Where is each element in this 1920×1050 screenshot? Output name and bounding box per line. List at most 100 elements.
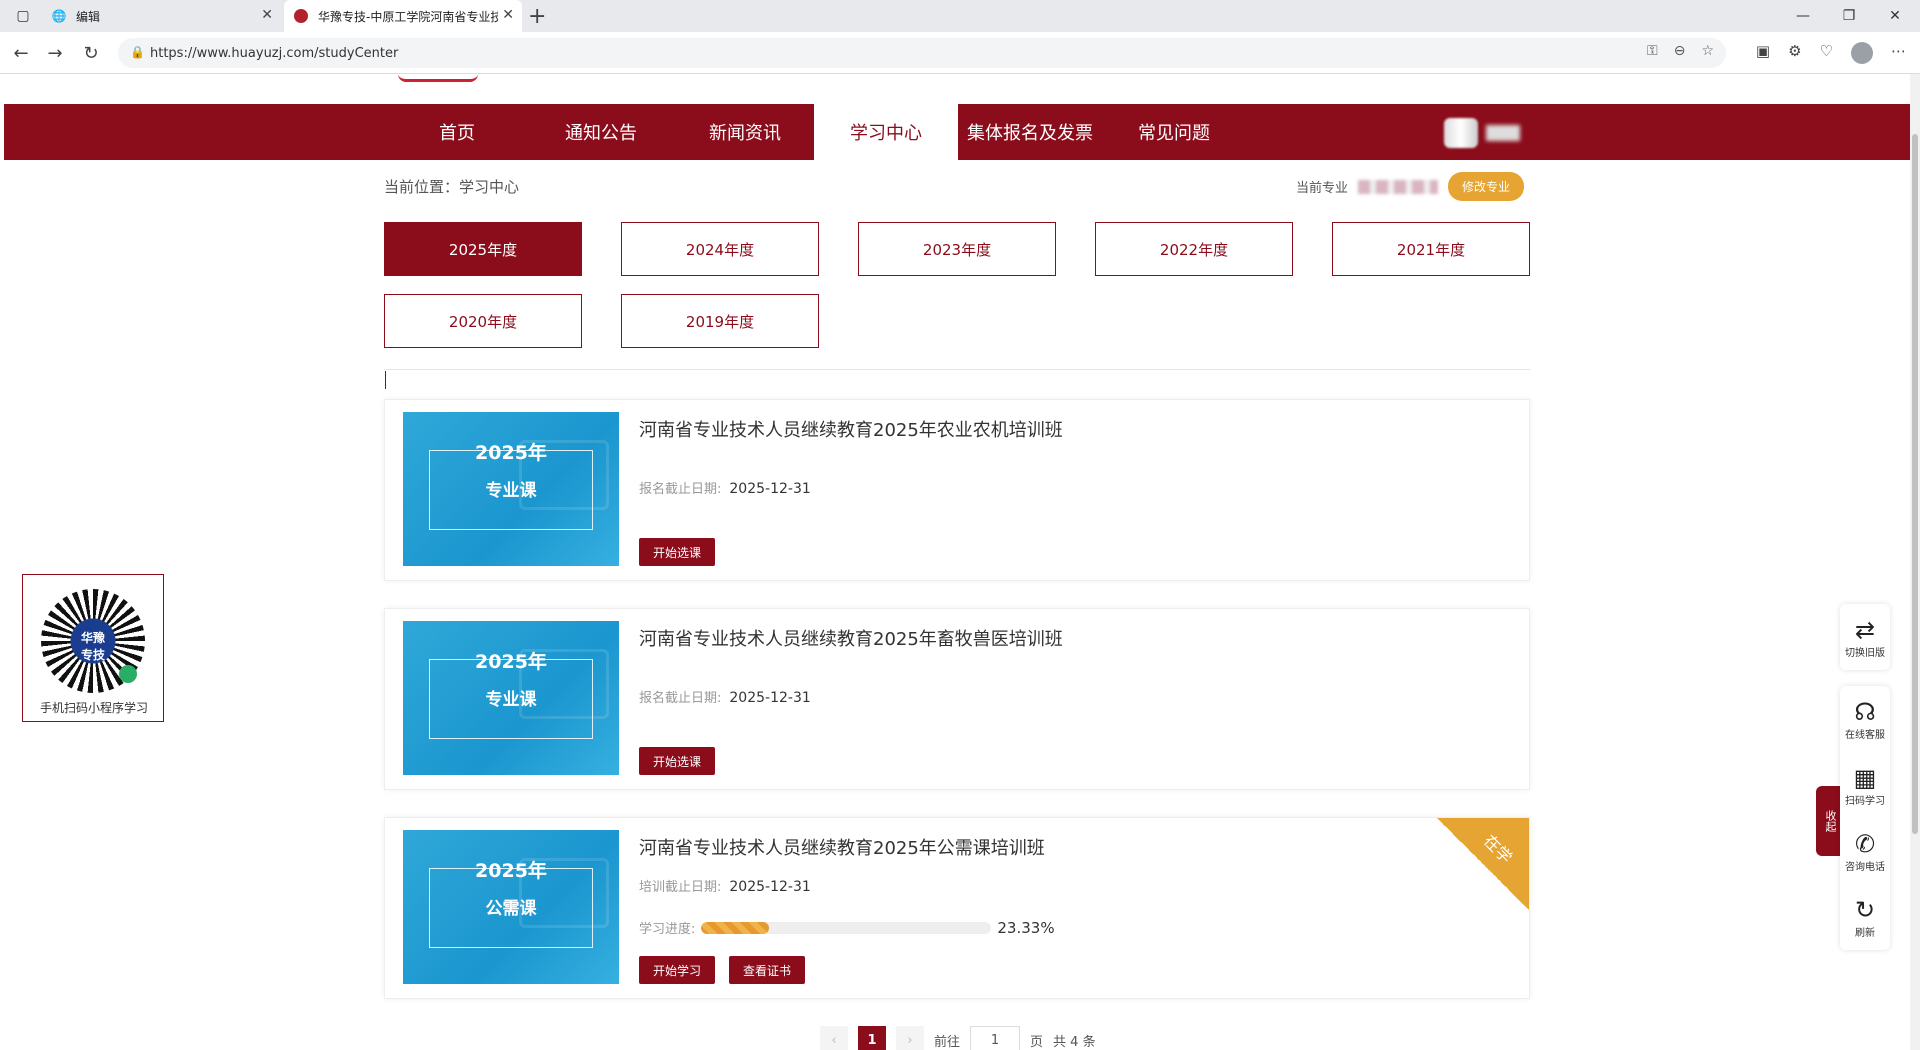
status-ribbon: 在学: [1437, 818, 1529, 910]
nav-item-home[interactable]: 首页: [385, 104, 529, 160]
online-service-button[interactable]: ☊ 在线客服: [1840, 686, 1890, 752]
deadline-label: 报名截止日期:: [639, 482, 722, 497]
progress-bar-fill: [701, 921, 770, 934]
course-thumbnail[interactable]: 2025年 公需课: [403, 830, 619, 984]
qr-icon: ▦: [1853, 763, 1877, 792]
deadline-row: 报名截止日期: 2025-12-31: [639, 478, 811, 497]
side-tool-label: 在线客服: [1845, 729, 1885, 741]
thumbnail-kind: 公需课: [485, 899, 537, 919]
back-icon[interactable]: ←: [8, 40, 34, 66]
user-name: [1486, 125, 1520, 141]
year-tab-2023[interactable]: 2023年度: [858, 222, 1056, 276]
course-thumbnail[interactable]: 2025年 专业课: [403, 621, 619, 775]
text-cursor: [385, 371, 386, 389]
key-icon[interactable]: ⚿: [1647, 43, 1658, 59]
refresh-icon: ↻: [1854, 895, 1876, 924]
progress-label: 学习进度:: [639, 922, 696, 937]
browser-toolbar: ← → ↻ 🔒 https://www.huayuzj.com/studyCen…: [0, 32, 1920, 74]
browser-tab-edit[interactable]: 🌐 编辑 ✕: [46, 0, 281, 32]
nav-item-news[interactable]: 新闻资讯: [673, 104, 817, 160]
page-number[interactable]: 1: [858, 1026, 886, 1050]
deadline-label: 培训截止日期:: [639, 880, 722, 895]
nav-item-notices[interactable]: 通知公告: [529, 104, 673, 160]
nav-item-faq[interactable]: 常见问题: [1102, 104, 1246, 160]
thumbnail-year: 2025年: [475, 651, 547, 673]
thumbnail-year: 2025年: [475, 442, 547, 464]
tab-title: 编辑: [76, 9, 101, 24]
profile-avatar-icon[interactable]: [1851, 42, 1873, 64]
thumbnail-kind: 专业课: [485, 481, 537, 501]
deadline-row: 报名截止日期: 2025-12-31: [639, 687, 811, 706]
next-page-button[interactable]: ›: [896, 1026, 924, 1050]
reload-icon[interactable]: ↻: [78, 40, 104, 66]
close-tab-icon[interactable]: ✕: [502, 7, 514, 23]
side-toolbar: ☊ 在线客服 ▦ 扫码学习 ✆ 咨询电话 ↻ 刷新: [1840, 686, 1890, 950]
course-title[interactable]: 河南省专业技术人员继续教育2025年农业农机培训班: [639, 416, 1063, 442]
favorite-star-icon[interactable]: ☆: [1701, 43, 1714, 59]
headset-icon: ☊: [1854, 697, 1876, 726]
switch-old-version-button[interactable]: ⇄ 切换旧版: [1840, 604, 1890, 670]
start-learning-button[interactable]: 开始学习: [639, 956, 716, 984]
deadline-value: 2025-12-31: [729, 690, 811, 706]
address-bar[interactable]: 🔒 https://www.huayuzj.com/studyCenter ⚿ …: [118, 38, 1726, 68]
user-avatar: [1444, 118, 1478, 148]
nav-item-study-center[interactable]: 学习中心: [814, 104, 958, 160]
year-tab-2025[interactable]: 2025年度: [384, 222, 582, 276]
year-tab-2022[interactable]: 2022年度: [1095, 222, 1293, 276]
wechat-mini-icon: [119, 665, 137, 683]
start-select-course-button[interactable]: 开始选课: [639, 538, 716, 566]
minimize-icon[interactable]: —: [1780, 0, 1826, 32]
deadline-value: 2025-12-31: [729, 879, 811, 895]
goto-page-input[interactable]: 1: [970, 1026, 1021, 1050]
globe-icon: 🌐: [51, 9, 67, 23]
restore-icon[interactable]: ❐: [1826, 0, 1872, 32]
nav-item-group-invoice[interactable]: 集体报名及发票: [958, 104, 1102, 160]
extensions-icon[interactable]: ⚙: [1788, 42, 1801, 64]
side-tool-label: 刷新: [1855, 927, 1875, 939]
phone-icon: ✆: [1854, 829, 1876, 858]
qr-code: 华豫 专技: [41, 589, 145, 693]
browser-tab-bar: ▢ 🌐 编辑 ✕ 华豫专技-中原工学院河南省专业技术人员继续教育 ✕ + — ❐…: [0, 0, 1920, 32]
side-tool-label: 切换旧版: [1845, 647, 1885, 659]
total-count: 共 4 条: [1053, 1034, 1096, 1050]
view-certificate-button[interactable]: 查看证书: [729, 956, 806, 984]
course-title[interactable]: 河南省专业技术人员继续教育2025年畜牧兽医培训班: [639, 625, 1063, 651]
scrollbar-thumb[interactable]: [1912, 134, 1918, 834]
page-scrollbar[interactable]: [1910, 74, 1920, 1050]
close-window-icon[interactable]: ✕: [1872, 0, 1918, 32]
refresh-button[interactable]: ↻ 刷新: [1840, 884, 1890, 950]
collections-icon[interactable]: ▣: [1756, 42, 1770, 64]
thumbnail-kind: 专业课: [485, 690, 537, 710]
thumbnail-year: 2025年: [475, 860, 547, 882]
main-nav: 首页 通知公告 新闻资讯 学习中心 集体报名及发票 常见问题: [4, 104, 1910, 160]
start-select-course-button[interactable]: 开始选课: [639, 747, 716, 775]
year-tab-2021[interactable]: 2021年度: [1332, 222, 1530, 276]
year-tab-2024[interactable]: 2024年度: [621, 222, 819, 276]
year-tab-2019[interactable]: 2019年度: [621, 294, 819, 348]
close-tab-icon[interactable]: ✕: [261, 7, 273, 23]
course-title[interactable]: 河南省专业技术人员继续教育2025年公需课培训班: [639, 834, 1045, 860]
new-tab-icon[interactable]: +: [528, 4, 546, 29]
page-viewport: 首页 通知公告 新闻资讯 学习中心 集体报名及发票 常见问题 当前位置：学习中心…: [4, 74, 1912, 1050]
swap-icon: ⇄: [1854, 615, 1876, 644]
url-text: https://www.huayuzj.com/studyCenter: [150, 45, 399, 61]
site-logo: [398, 74, 478, 82]
year-tab-2020[interactable]: 2020年度: [384, 294, 582, 348]
zoom-icon[interactable]: ⊖: [1674, 43, 1686, 59]
browser-tab-active[interactable]: 华豫专技-中原工学院河南省专业技术人员继续教育 ✕: [284, 0, 522, 32]
qr-logo: 华豫 专技: [80, 631, 105, 662]
course-card: 2025年 公需课 河南省专业技术人员继续教育2025年公需课培训班 培训截止日…: [384, 817, 1530, 999]
lock-icon: 🔒: [130, 45, 145, 59]
more-menu-icon[interactable]: ⋯: [1891, 42, 1906, 64]
forward-icon[interactable]: →: [42, 40, 68, 66]
consult-phone-button[interactable]: ✆ 咨询电话: [1840, 818, 1890, 884]
tab-actions-icon[interactable]: ▢: [0, 0, 46, 32]
course-thumbnail[interactable]: 2025年 专业课: [403, 412, 619, 566]
qr-caption: 手机扫码小程序学习: [39, 701, 148, 715]
user-menu[interactable]: [1444, 118, 1520, 148]
deadline-value: 2025-12-31: [729, 481, 811, 497]
scan-study-button[interactable]: ▦ 扫码学习: [1840, 752, 1890, 818]
health-icon[interactable]: ♡: [1820, 42, 1833, 64]
change-major-button[interactable]: 修改专业: [1448, 172, 1525, 201]
prev-page-button[interactable]: ‹: [820, 1026, 848, 1050]
